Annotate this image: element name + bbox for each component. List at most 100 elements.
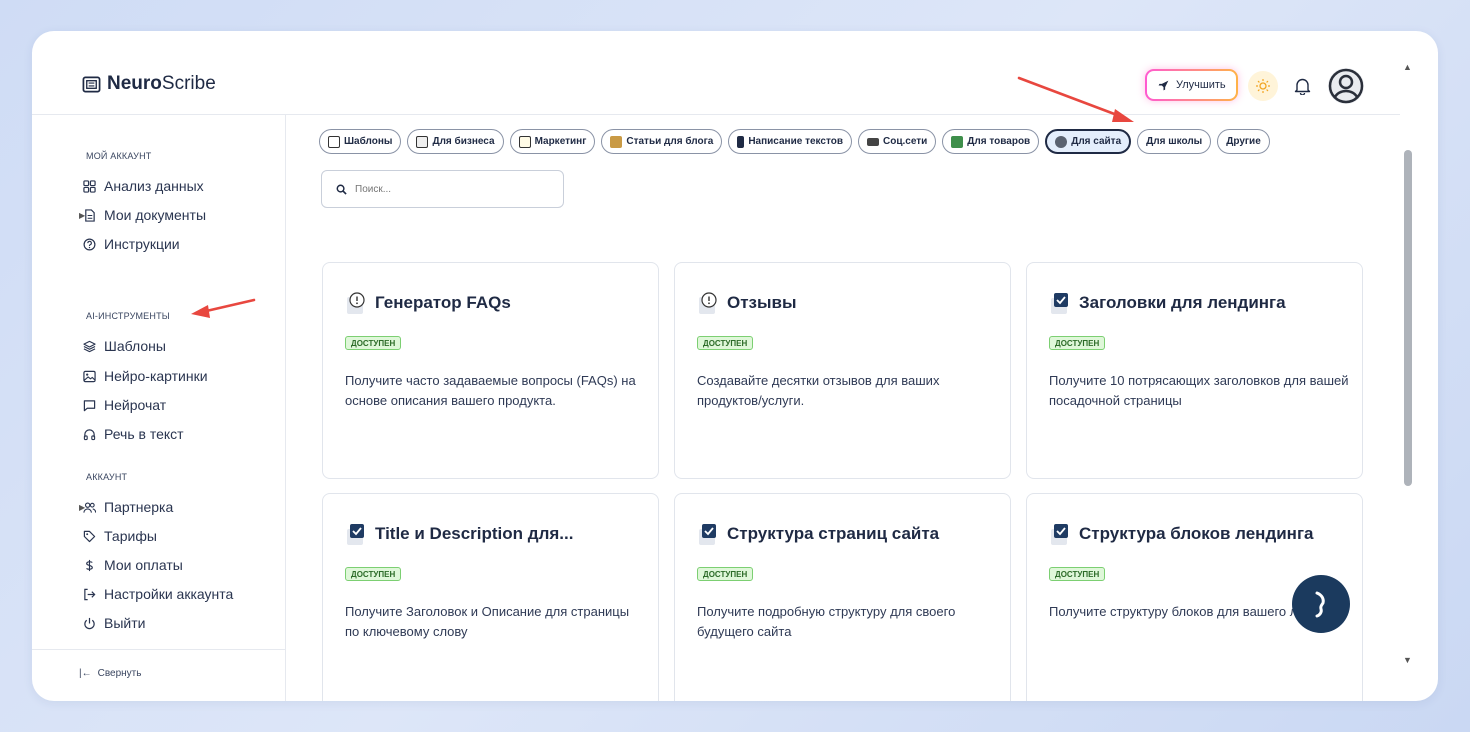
headphones-icon xyxy=(83,428,95,440)
sidebar-item-label: Мои документы xyxy=(104,207,207,223)
top-header: NeuroScribe Улучшить xyxy=(32,31,1400,115)
app-name-bold: Neuro xyxy=(107,73,162,94)
section-title-ai-tools: AI-ИНСТРУМЕНТЫ xyxy=(86,311,170,321)
card-title: Генератор FAQs xyxy=(375,293,511,312)
sidebar-item-templates[interactable]: Шаблоны xyxy=(82,335,166,357)
upgrade-button[interactable]: Улучшить xyxy=(1145,69,1238,101)
phone-icon xyxy=(737,135,745,148)
theme-toggle-button[interactable] xyxy=(1248,71,1278,101)
search-input[interactable] xyxy=(355,183,545,195)
user-icon xyxy=(1328,68,1364,104)
chat-widget-icon xyxy=(1315,591,1325,618)
sidebar-item-neuro-images[interactable]: Нейро-картинки xyxy=(82,365,208,387)
chip-text-writing[interactable]: Написание текстов xyxy=(728,129,852,154)
chip-business[interactable]: Для бизнеса xyxy=(407,129,504,154)
help-circle-icon xyxy=(83,238,95,250)
status-badge: ДОСТУПЕН xyxy=(697,336,754,350)
sidebar-item-label: Тарифы xyxy=(104,528,157,544)
chip-other[interactable]: Другие xyxy=(1217,129,1270,154)
sidebar-item-my-documents[interactable]: ▶ Мои документы xyxy=(79,204,207,226)
user-avatar[interactable] xyxy=(1328,68,1364,104)
chip-school[interactable]: Для школы xyxy=(1137,129,1212,154)
dollar-icon xyxy=(85,559,93,571)
scroll-up-icon[interactable]: ▲ xyxy=(1403,62,1412,72)
sidebar-item-label: Мои оплаты xyxy=(104,557,183,573)
card-description: Получите Заголовок и Описание для страни… xyxy=(345,604,630,639)
card-title: Заголовки для лендинга xyxy=(1079,293,1286,312)
status-badge: ДОСТУПЕН xyxy=(697,567,754,581)
sidebar-item-label: Настройки аккаунта xyxy=(104,586,234,602)
sidebar-item-my-payments[interactable]: Мои оплаты xyxy=(82,554,183,576)
sidebar-item-label: Инструкции xyxy=(104,236,180,252)
sidebar: МОЙ АККАУНТ Анализ данных ▶ Мои документ… xyxy=(32,115,286,701)
card-description: Получите 10 потрясающих заголовков для в… xyxy=(1049,373,1349,408)
status-badge: ДОСТУПЕН xyxy=(1049,567,1106,581)
card-description: Создавайте десятки отзывов для ваших про… xyxy=(697,373,940,408)
status-badge: ДОСТУПЕН xyxy=(345,567,402,581)
sidebar-item-partner[interactable]: ▶ Партнерка xyxy=(79,496,173,518)
tag-icon xyxy=(83,530,95,542)
sidebar-item-label: Нейрочат xyxy=(104,397,167,413)
check-note-icon xyxy=(699,524,716,545)
sidebar-item-label: Анализ данных xyxy=(104,178,204,194)
chat-icon xyxy=(83,399,95,411)
collapse-label: Свернуть xyxy=(97,668,142,679)
sidebar-item-logout[interactable]: Выйти xyxy=(82,612,145,634)
scroll-down-icon[interactable]: ▼ xyxy=(1403,655,1412,665)
template-card-faq[interactable]: Генератор FAQs ДОСТУПЕН Получите часто з… xyxy=(322,262,659,479)
template-card-landing-headlines[interactable]: Заголовки для лендинга ДОСТУПЕН Получите… xyxy=(1026,262,1363,479)
chip-social[interactable]: Соц.сети xyxy=(858,129,937,154)
blog-icon xyxy=(610,135,623,148)
info-note-icon xyxy=(699,292,717,314)
card-description: Получите подробную структуру для своего … xyxy=(697,604,956,639)
chip-products[interactable]: Для товаров xyxy=(942,129,1040,154)
scrollbar-thumb[interactable] xyxy=(1404,150,1412,486)
sidebar-item-label: Шаблоны xyxy=(104,338,166,354)
sidebar-item-label: Нейро-картинки xyxy=(104,368,208,384)
template-card-title-description[interactable]: Title и Description для... ДОСТУПЕН Полу… xyxy=(322,493,659,701)
sidebar-item-instructions[interactable]: Инструкции xyxy=(82,233,180,255)
template-icon xyxy=(328,135,340,148)
card-title: Title и Description для... xyxy=(375,524,574,543)
template-card-site-structure[interactable]: Структура страниц сайта ДОСТУПЕН Получит… xyxy=(674,493,1011,701)
status-badge: ДОСТУПЕН xyxy=(1049,336,1106,350)
sidebar-item-account-settings[interactable]: Настройки аккаунта xyxy=(82,583,233,605)
collapse-sidebar-button[interactable]: |← Свернуть xyxy=(32,649,286,679)
chip-templates[interactable]: Шаблоны xyxy=(319,129,402,154)
image-icon xyxy=(82,370,96,382)
card-description: Получите часто задаваемые вопросы (FAQs)… xyxy=(345,373,636,408)
rocket-icon xyxy=(1158,80,1169,90)
status-badge: ДОСТУПЕН xyxy=(345,336,402,350)
memo-icon xyxy=(518,135,531,148)
caret-right-icon: ▶ xyxy=(79,210,86,220)
sidebar-item-speech-to-text[interactable]: Речь в текст xyxy=(82,423,184,445)
sidebar-item-neurochat[interactable]: Нейрочат xyxy=(82,394,166,416)
sun-icon xyxy=(1256,79,1270,93)
main-content: Шаблоны Для бизнеса Маркетинг Статьи для… xyxy=(287,115,1400,701)
chip-blog-articles[interactable]: Статьи для блога xyxy=(601,129,723,154)
caret-right-icon: ▶ xyxy=(79,502,86,512)
app-logo[interactable]: NeuroScribe xyxy=(82,73,216,95)
info-note-icon xyxy=(347,292,365,314)
card-title: Отзывы xyxy=(727,293,797,312)
notifications-button[interactable] xyxy=(1290,74,1314,98)
robot-icon xyxy=(1055,135,1068,148)
card-title: Структура блоков лендинга xyxy=(1079,524,1314,543)
sidebar-item-data-analysis[interactable]: Анализ данных xyxy=(82,175,204,197)
login-icon xyxy=(83,588,95,600)
sidebar-item-tariffs[interactable]: Тарифы xyxy=(82,525,157,547)
power-icon xyxy=(83,617,95,629)
chip-marketing[interactable]: Маркетинг xyxy=(509,129,596,154)
chip-for-site[interactable]: Для сайта xyxy=(1045,129,1132,154)
section-title-account: АККАУНТ xyxy=(86,472,128,482)
section-title-my-account: МОЙ АККАУНТ xyxy=(86,151,152,161)
logo-icon xyxy=(82,76,101,92)
sidebar-item-label: Выйти xyxy=(104,615,146,631)
layers-icon xyxy=(82,340,96,352)
chat-widget-button[interactable] xyxy=(1292,575,1350,633)
collapse-arrow-icon: |← xyxy=(79,668,92,679)
upgrade-label: Улучшить xyxy=(1176,79,1226,91)
search-box[interactable] xyxy=(321,170,564,208)
template-card-reviews[interactable]: Отзывы ДОСТУПЕН Создавайте десятки отзыв… xyxy=(674,262,1011,479)
app-name-rest: Scribe xyxy=(161,73,216,94)
